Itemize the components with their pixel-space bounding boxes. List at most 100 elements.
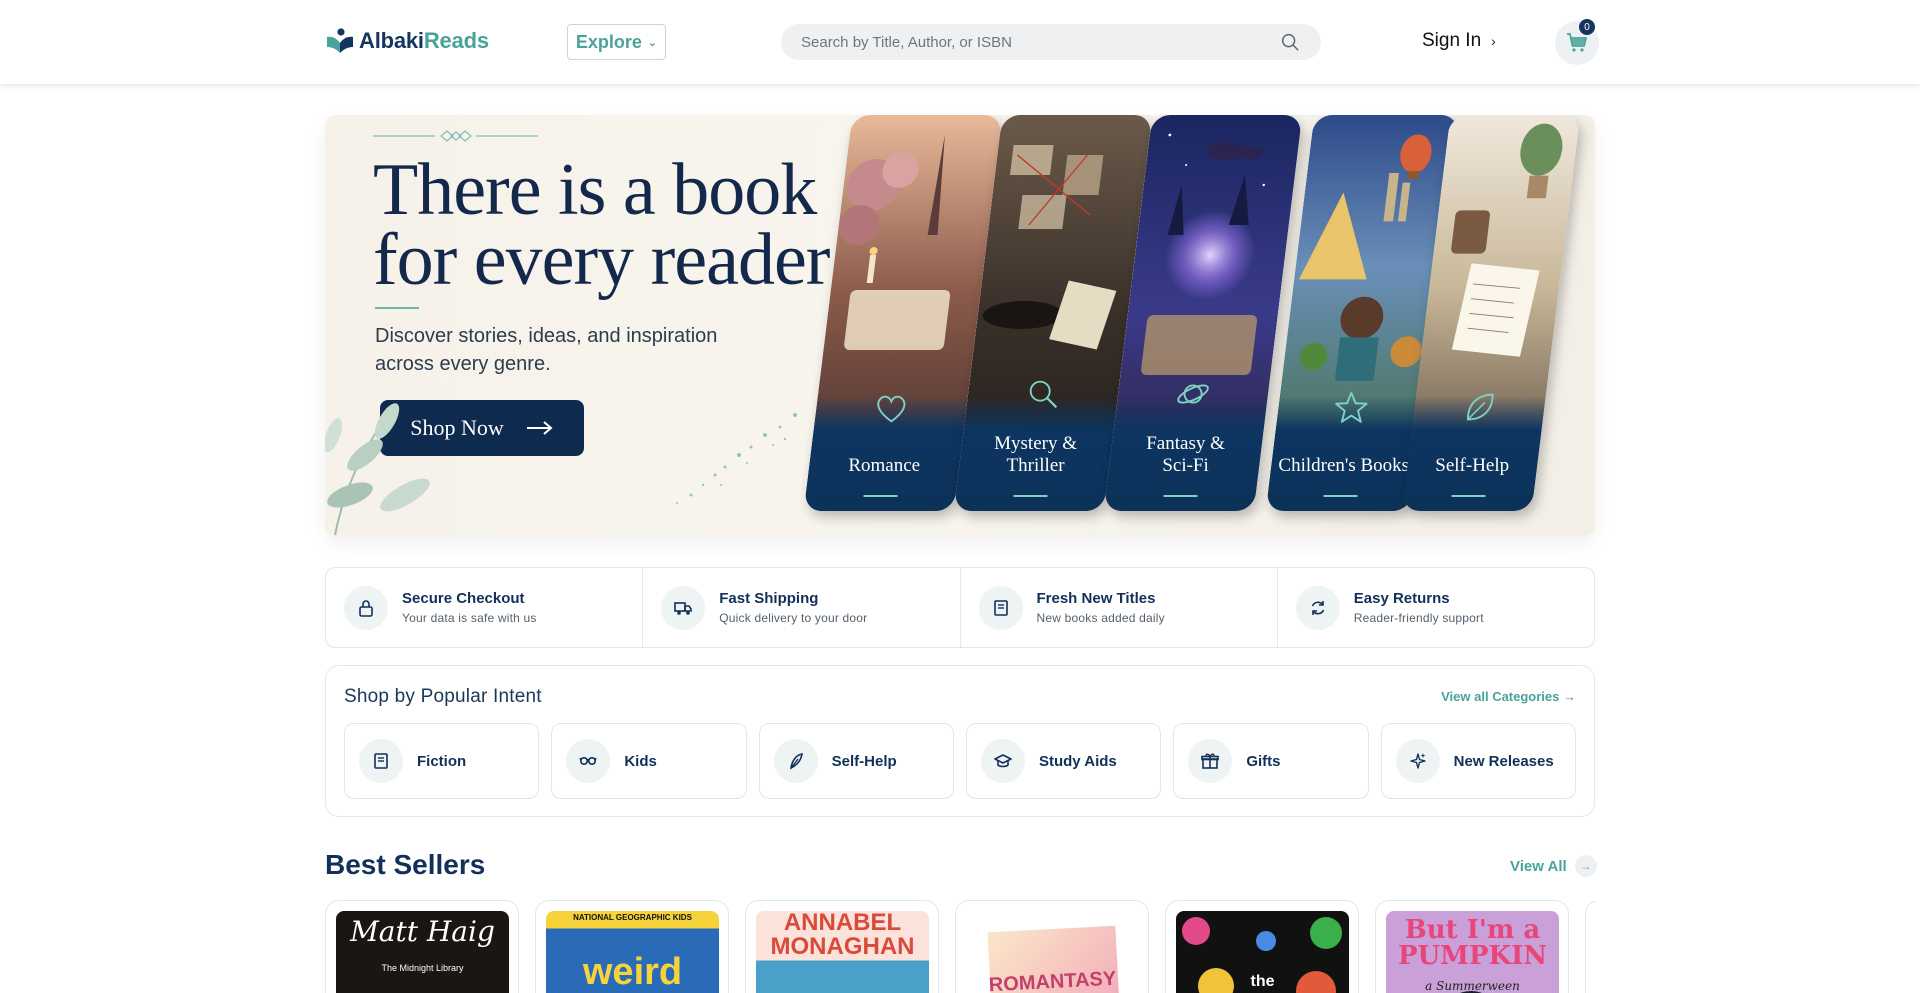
arrow-right-icon	[526, 421, 553, 435]
features-bar: Secure Checkout Your data is safe with us…	[325, 567, 1595, 648]
card-underline	[1013, 495, 1048, 497]
category-label: Romance	[809, 455, 959, 477]
book-card[interactable]: But I'm a PUMPKIN a Summerween	[1375, 900, 1569, 993]
book-icon	[374, 753, 388, 769]
book-cover-image: ANNABEL MONAGHAN	[756, 911, 929, 993]
category-label-line-2: Thriller	[1006, 455, 1065, 476]
category-label: Mystery & Thriller	[961, 433, 1111, 477]
hero-subtitle: Discover stories, ideas, and inspiration…	[375, 322, 735, 378]
sparkles-icon	[1409, 753, 1426, 769]
book-card[interactable]: ROMANTASY	[955, 900, 1149, 993]
star-icon	[1334, 391, 1367, 423]
book-card[interactable]: NATIONAL GEOGRAPHIC KIDS weird	[535, 900, 729, 993]
chip-label: New Releases	[1453, 752, 1554, 770]
chip-label: Fiction	[417, 752, 467, 770]
best-sellers-carousel: Matt Haig The Midnight Library NATIONAL …	[325, 900, 1595, 993]
feature-easy-returns: Easy Returns Reader-friendly support	[1278, 568, 1594, 647]
search-icon[interactable]	[1279, 31, 1301, 53]
arrow-right-icon: →	[1574, 855, 1597, 877]
explore-dropdown[interactable]: Explore ⌄	[567, 24, 666, 60]
graduation-cap-icon	[994, 754, 1012, 768]
heart-icon	[877, 395, 906, 423]
intent-chip-new-releases[interactable]: New Releases	[1380, 723, 1576, 799]
feature-secure-checkout: Secure Checkout Your data is safe with us	[326, 568, 644, 647]
hero-banner: There is a book for every reader Discove…	[325, 115, 1595, 536]
category-label-line-1: Romance	[848, 455, 921, 476]
lock-icon	[359, 599, 373, 617]
feature-title: Fresh New Titles	[1036, 590, 1156, 607]
hero-title-line-2: for every reader	[373, 219, 830, 301]
sign-in-link[interactable]: Sign In ›	[1422, 30, 1496, 52]
chip-label: Gifts	[1246, 752, 1281, 770]
refresh-icon	[1311, 600, 1324, 615]
cover-author: Matt Haig	[350, 915, 495, 948]
cart-button[interactable]: 0	[1555, 19, 1599, 65]
hero-subtitle-line-1: Discover stories, ideas, and inspiration	[375, 325, 718, 347]
view-all-label: View All	[1510, 857, 1567, 875]
card-underline	[1163, 495, 1198, 497]
leaf-icon	[1466, 393, 1494, 421]
truck-icon	[674, 601, 693, 615]
card-underline	[1451, 495, 1486, 497]
feature-title: Secure Checkout	[402, 590, 525, 607]
category-label: Children's Books	[1271, 455, 1416, 477]
book-cover-image: Matt Haig The Midnight Library	[336, 911, 509, 993]
book-card[interactable]: ANNABEL MONAGHAN	[745, 900, 939, 993]
book-cover-image: the	[1176, 911, 1349, 993]
category-label: Self-Help	[1407, 455, 1537, 477]
feature-title: Fast Shipping	[719, 590, 819, 607]
category-label-line-1: Mystery &	[994, 433, 1077, 454]
cover-title: weird	[582, 951, 683, 993]
cover-publisher: NATIONAL GEOGRAPHIC KIDS	[573, 913, 692, 922]
best-sellers-title: Best Sellers	[325, 849, 486, 880]
logo-text-primary: Albaki	[359, 28, 424, 53]
popular-intent-section: Shop by Popular Intent View all Categori…	[325, 665, 1595, 817]
intent-chip-fiction[interactable]: Fiction	[344, 723, 540, 799]
section-title: Shop by Popular Intent	[344, 686, 542, 707]
view-all-best-sellers-link[interactable]: View All →	[1510, 855, 1597, 877]
book-cover-image: ROMANTASY	[966, 911, 1139, 993]
category-label-line-1: Children's Books	[1278, 455, 1410, 476]
hero-divider	[375, 307, 419, 309]
book-cover-image: NATIONAL GEOGRAPHIC KIDS weird	[546, 911, 719, 993]
book-card-partial[interactable]	[1585, 900, 1595, 993]
planet-icon	[1177, 384, 1209, 404]
card-underline	[863, 495, 898, 497]
category-cards: Romance Mystery & Thriller Fantasy & Sci…	[800, 115, 1595, 536]
book-icon	[993, 599, 1008, 616]
chip-label: Kids	[624, 752, 657, 770]
book-cover-image: But I'm a PUMPKIN a Summerween	[1386, 911, 1559, 993]
sign-in-label: Sign In	[1422, 30, 1482, 51]
logo-text-accent: Reads	[423, 28, 489, 53]
feature-fast-shipping: Fast Shipping Quick delivery to your door	[643, 568, 961, 647]
category-label-line-2: Sci-Fi	[1162, 455, 1209, 476]
chip-label: Study Aids	[1038, 752, 1117, 770]
book-card[interactable]: Matt Haig The Midnight Library	[325, 900, 519, 993]
leaf-decoration	[325, 403, 430, 536]
view-all-categories-link[interactable]: View all Categories →	[1441, 689, 1576, 704]
category-label-line-1: Self-Help	[1435, 455, 1510, 476]
feature-title: Easy Returns	[1353, 590, 1450, 607]
intent-chip-gifts[interactable]: Gifts	[1173, 723, 1369, 799]
feature-subtitle: Your data is safe with us	[402, 611, 537, 625]
cover-subtitle: The Midnight Library	[381, 963, 464, 973]
search-input[interactable]	[801, 33, 1279, 51]
hero-title-line-1: There is a book	[373, 149, 817, 231]
intent-chip-study-aids[interactable]: Study Aids	[965, 723, 1162, 799]
sparkle-dots-decoration	[676, 413, 797, 504]
cover-title: But I'm a PUMPKIN	[1397, 915, 1548, 971]
chip-label: Self-Help	[831, 752, 897, 770]
site-logo[interactable]: AlbakiReads	[325, 26, 489, 56]
search-bar	[781, 24, 1321, 60]
category-label: Fantasy & Sci-Fi	[1111, 433, 1261, 477]
feature-subtitle: New books added daily	[1036, 611, 1165, 625]
feature-fresh-new-titles: Fresh New Titles New books added daily	[961, 568, 1278, 647]
chevron-right-icon: ›	[1491, 33, 1496, 49]
logo-book-icon	[327, 28, 353, 53]
hero-subtitle-line-2: across every genre.	[375, 353, 551, 375]
intent-chip-self-help[interactable]: Self-Help	[758, 723, 954, 799]
card-underline	[1323, 495, 1358, 497]
magnifier-icon	[1029, 380, 1058, 409]
intent-chip-kids[interactable]: Kids	[551, 723, 747, 799]
book-card[interactable]: the	[1165, 900, 1359, 993]
